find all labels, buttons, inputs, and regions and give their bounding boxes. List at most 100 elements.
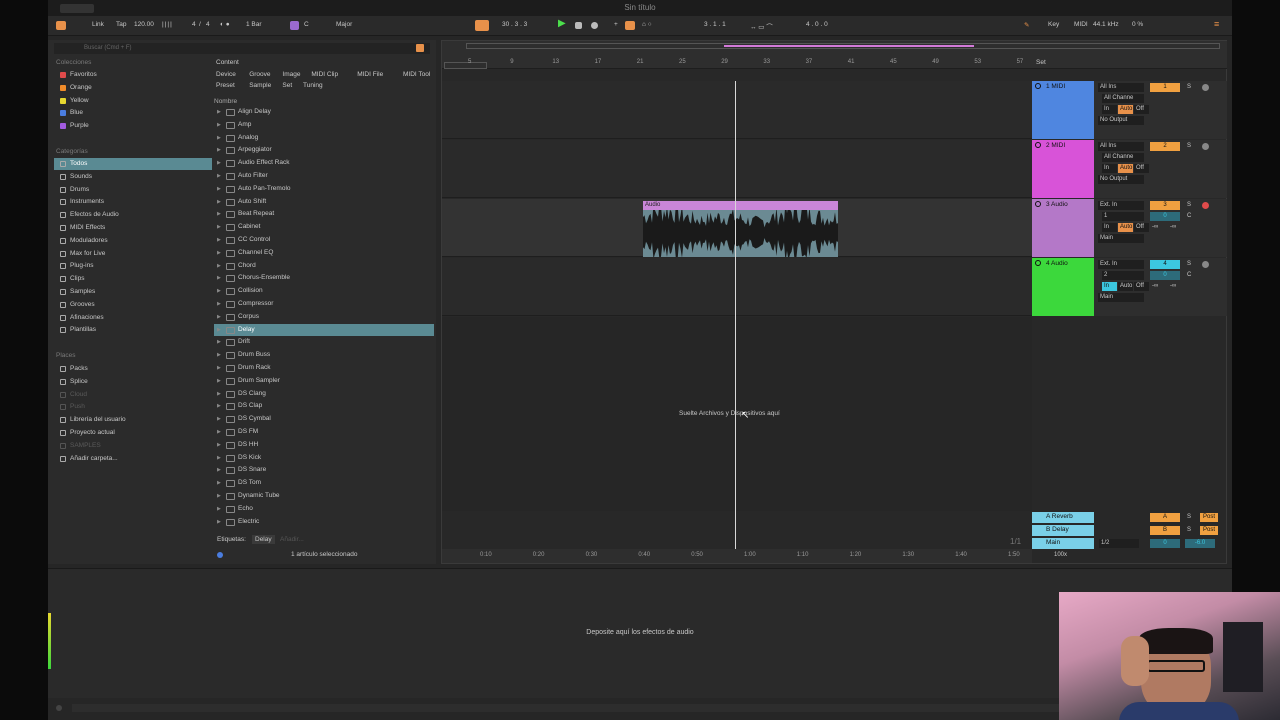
browser-item[interactable]: ▶ Chord xyxy=(214,260,434,272)
category-item[interactable]: Moduladores xyxy=(54,235,212,247)
browser-item[interactable]: ▶ Cabinet xyxy=(214,221,434,233)
browser-item[interactable]: ▶ Drift xyxy=(214,336,434,348)
expand-icon[interactable]: ▶ xyxy=(217,272,221,284)
browser-toggle-icon[interactable] xyxy=(56,21,66,30)
metronome-beats-icon[interactable]: |||| xyxy=(162,21,173,28)
place-item[interactable]: Proyecto actual xyxy=(54,427,212,439)
beat-ruler[interactable] xyxy=(442,41,1227,69)
solo-button[interactable]: S xyxy=(1185,201,1195,210)
solo-button[interactable]: S xyxy=(1185,83,1195,92)
category-item[interactable]: Plantillas xyxy=(54,324,212,336)
filter-chip[interactable]: MIDI Clip xyxy=(309,70,340,80)
return-track-header[interactable]: B Delay B S Post xyxy=(1032,525,1227,537)
return-activator-button[interactable]: A xyxy=(1150,513,1180,522)
browser-item[interactable]: ▶ DS Cymbal xyxy=(214,413,434,425)
scale-mode-icon[interactable] xyxy=(290,21,299,30)
track-fold-icon[interactable] xyxy=(1035,260,1041,266)
browser-item[interactable]: ▶ Amp xyxy=(214,119,434,131)
arm-button[interactable] xyxy=(1202,261,1209,268)
input-type-menu[interactable]: All Ins xyxy=(1098,83,1144,92)
category-item[interactable]: Efectos de Audio xyxy=(54,209,212,221)
status-input[interactable] xyxy=(72,704,1072,712)
category-item[interactable]: Instruments xyxy=(54,196,212,208)
time-sig-denominator[interactable]: 4 xyxy=(206,21,210,28)
browser-item[interactable]: ▶ DS HH xyxy=(214,439,434,451)
return-color-block[interactable]: A Reverb xyxy=(1032,512,1094,523)
browser-item[interactable]: ▶ DS Tom xyxy=(214,477,434,489)
preview-icon[interactable] xyxy=(217,552,223,558)
track-name[interactable]: 1 MIDI xyxy=(1046,83,1065,90)
track-lane-2[interactable] xyxy=(442,140,1032,198)
browser-item[interactable]: ▶ DS Clap xyxy=(214,400,434,412)
arm-button[interactable] xyxy=(1202,84,1209,91)
monitor-off-button[interactable]: Off xyxy=(1134,282,1149,291)
browser-item[interactable]: ▶ DS Clang xyxy=(214,388,434,400)
send-b-field[interactable]: -∞ xyxy=(1168,223,1182,232)
browser-item[interactable]: ▶ Collision xyxy=(214,285,434,297)
collection-item[interactable]: Orange xyxy=(54,82,212,94)
browser-item[interactable]: ▶ CC Control xyxy=(214,234,434,246)
menu-icon[interactable]: ≡ xyxy=(1214,19,1219,29)
monitor-auto-button[interactable]: Auto xyxy=(1118,282,1133,291)
browser-item[interactable]: ▶ Analog xyxy=(214,132,434,144)
midi-map-button[interactable]: MIDI xyxy=(1074,21,1088,28)
track-name[interactable]: 4 Audio xyxy=(1046,260,1068,267)
expand-icon[interactable]: ▶ xyxy=(217,426,221,438)
arm-button[interactable] xyxy=(1202,143,1209,150)
monitor-auto-button[interactable]: Auto xyxy=(1118,105,1133,114)
output-menu[interactable]: No Output xyxy=(1098,116,1144,125)
expand-icon[interactable]: ▶ xyxy=(217,119,221,131)
monitor-in-button[interactable]: In xyxy=(1102,223,1117,232)
input-channel-menu[interactable]: All Channe xyxy=(1102,94,1144,103)
browser-item[interactable]: ▶ Chorus-Ensemble xyxy=(214,272,434,284)
expand-icon[interactable]: ▶ xyxy=(217,439,221,451)
output-menu[interactable]: Main xyxy=(1098,293,1144,302)
monitor-off-button[interactable]: Off xyxy=(1134,105,1149,114)
track-header[interactable]: 3 Audio Ext. In 1 In Auto Off Main 3 S 0 C -∞ -∞ xyxy=(1032,199,1227,257)
input-channel-menu[interactable]: 2 xyxy=(1102,271,1144,280)
session-record-icon[interactable]: ⌂ ○ xyxy=(642,21,652,28)
solo-button[interactable]: S xyxy=(1185,142,1195,151)
category-item[interactable]: Afinaciones xyxy=(54,312,212,324)
key-root-menu[interactable]: C xyxy=(304,21,309,28)
collection-item[interactable]: Favoritos xyxy=(54,69,212,81)
scroll-thumb[interactable] xyxy=(444,62,487,69)
return-activator-button[interactable]: B xyxy=(1150,526,1180,535)
track-activator-button[interactable]: 3 xyxy=(1150,201,1180,210)
return-color-block[interactable]: B Delay xyxy=(1032,525,1094,536)
monitor-in-button[interactable]: In xyxy=(1102,105,1117,114)
tag-delay[interactable]: Delay xyxy=(252,535,275,544)
audio-clip[interactable]: Audio xyxy=(643,201,838,257)
browser-item[interactable]: ▶ Auto Shift xyxy=(214,196,434,208)
content-filter-menu[interactable]: Content xyxy=(214,58,241,68)
play-icon[interactable]: ▶ xyxy=(558,18,566,29)
expand-icon[interactable]: ▶ xyxy=(217,311,221,323)
expand-icon[interactable]: ▶ xyxy=(217,234,221,246)
expand-icon[interactable]: ▶ xyxy=(217,413,221,425)
monitor-off-button[interactable]: Off xyxy=(1134,223,1149,232)
stop-icon[interactable] xyxy=(575,22,582,29)
pan-field[interactable]: C xyxy=(1185,212,1199,221)
monitor-auto-button[interactable]: Auto xyxy=(1118,164,1133,173)
search-input[interactable]: Buscar (Cmd + F) xyxy=(54,43,430,54)
expand-icon[interactable]: ▶ xyxy=(217,260,221,272)
expand-icon[interactable]: ▶ xyxy=(217,349,221,361)
place-item[interactable]: Splice xyxy=(54,376,212,388)
track-lane-1[interactable] xyxy=(442,81,1032,139)
expand-icon[interactable]: ▶ xyxy=(217,132,221,144)
loop-start-field[interactable]: 3 . 1 . 1 xyxy=(704,21,726,28)
post-button[interactable]: Post xyxy=(1200,513,1218,522)
post-button[interactable]: Post xyxy=(1200,526,1218,535)
expand-icon[interactable]: ▶ xyxy=(217,157,221,169)
loop-length-field[interactable]: 4 . 0 . 0 xyxy=(806,21,828,28)
overdub-icon[interactable]: + xyxy=(614,21,618,28)
output-menu[interactable]: No Output xyxy=(1098,175,1144,184)
track-header[interactable]: 4 Audio Ext. In 2 In Auto Off Main 4 S 0 C -∞ -∞ xyxy=(1032,258,1227,316)
device-view[interactable]: Deposite aquí los efectos de audio xyxy=(48,568,1232,698)
place-item[interactable]: SAMPLES xyxy=(54,440,212,452)
expand-icon[interactable]: ▶ xyxy=(217,144,221,156)
expand-icon[interactable]: ▶ xyxy=(217,464,221,476)
category-item[interactable]: Clips xyxy=(54,273,212,285)
place-item[interactable]: Librería del usuario xyxy=(54,414,212,426)
category-item[interactable]: MIDI Effects xyxy=(54,222,212,234)
